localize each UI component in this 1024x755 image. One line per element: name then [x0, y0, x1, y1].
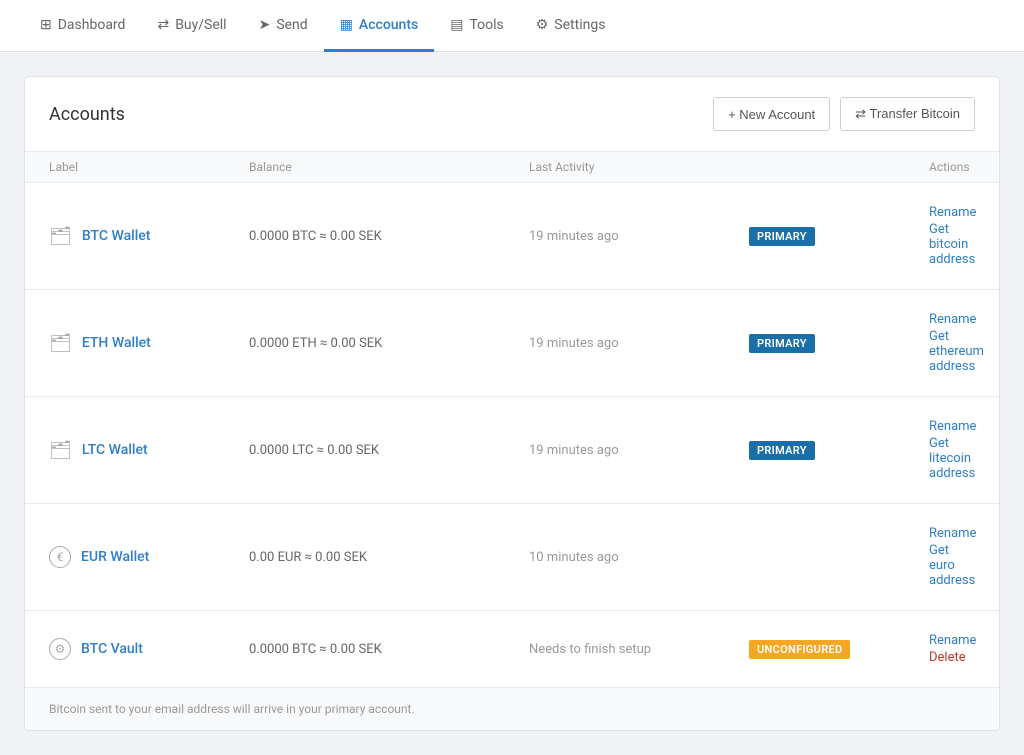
table-header: Label Balance Last Activity Actions	[25, 152, 999, 183]
balance-cell: 0.0000 ETH ≈ 0.00 SEK	[249, 336, 529, 351]
table-row: 🗂 LTC Wallet 0.0000 LTC ≈ 0.00 SEK 19 mi…	[25, 397, 999, 504]
table-row: 🗂 ETH Wallet 0.0000 ETH ≈ 0.00 SEK 19 mi…	[25, 290, 999, 397]
activity-cell: 10 minutes ago	[529, 550, 749, 565]
nav-item-send[interactable]: ➤ Send	[243, 1, 324, 52]
wallet-name[interactable]: BTC Wallet	[82, 228, 151, 244]
label-cell: ⚙ BTC Vault	[49, 638, 249, 660]
gear-icon: ⚙	[49, 638, 71, 660]
nav-label-send: Send	[276, 17, 307, 33]
dashboard-icon: ⊞	[40, 17, 52, 33]
label-cell: 🗂 LTC Wallet	[49, 440, 249, 461]
status-badge: UNCONFIGURED	[749, 640, 850, 659]
actions-cell: Rename Get bitcoin address	[929, 205, 976, 267]
balance-cell: 0.0000 BTC ≈ 0.00 SEK	[249, 229, 529, 244]
main-content: Accounts + New Account ⇄ Transfer Bitcoi…	[0, 52, 1024, 755]
nav-item-accounts[interactable]: ▦ Accounts	[324, 1, 435, 52]
wallet-name[interactable]: LTC Wallet	[82, 442, 148, 458]
table-row: € EUR Wallet 0.00 EUR ≈ 0.00 SEK 10 minu…	[25, 504, 999, 611]
col-label: Label	[49, 160, 249, 174]
card-header: Accounts + New Account ⇄ Transfer Bitcoi…	[25, 77, 999, 152]
balance-cell: 0.00 EUR ≈ 0.00 SEK	[249, 550, 529, 565]
folder-icon: 🗂	[49, 226, 72, 247]
secondary-action-link[interactable]: Get euro address	[929, 543, 976, 588]
nav-label-buysell: Buy/Sell	[175, 17, 226, 33]
rename-link[interactable]: Rename	[929, 205, 976, 220]
actions-cell: Rename Get litecoin address	[929, 419, 976, 481]
euro-icon: €	[49, 546, 71, 568]
accounts-table: 🗂 BTC Wallet 0.0000 BTC ≈ 0.00 SEK 19 mi…	[25, 183, 999, 687]
settings-icon: ⚙	[536, 17, 549, 33]
actions-cell: Rename Get ethereum address	[929, 312, 984, 374]
rename-link[interactable]: Rename	[929, 526, 976, 541]
table-row: 🗂 BTC Wallet 0.0000 BTC ≈ 0.00 SEK 19 mi…	[25, 183, 999, 290]
folder-icon: 🗂	[49, 333, 72, 354]
status-badge: PRIMARY	[749, 334, 815, 353]
label-cell: 🗂 BTC Wallet	[49, 226, 249, 247]
status-cell: PRIMARY	[749, 334, 929, 353]
nav-item-settings[interactable]: ⚙ Settings	[520, 1, 622, 52]
activity-cell: 19 minutes ago	[529, 443, 749, 458]
secondary-action-link[interactable]: Delete	[929, 650, 976, 665]
nav-label-dashboard: Dashboard	[58, 17, 126, 33]
accounts-icon: ▦	[340, 17, 353, 33]
nav-label-accounts: Accounts	[359, 17, 418, 33]
status-badge: PRIMARY	[749, 441, 815, 460]
send-icon: ➤	[259, 17, 271, 33]
balance-cell: 0.0000 BTC ≈ 0.00 SEK	[249, 642, 529, 657]
nav-item-tools[interactable]: ▤ Tools	[434, 1, 520, 52]
secondary-action-link[interactable]: Get litecoin address	[929, 436, 976, 481]
status-cell: PRIMARY	[749, 441, 929, 460]
folder-icon: 🗂	[49, 440, 72, 461]
card-footer: Bitcoin sent to your email address will …	[25, 687, 999, 730]
accounts-card: Accounts + New Account ⇄ Transfer Bitcoi…	[24, 76, 1000, 731]
buysell-icon: ⇄	[157, 17, 169, 33]
new-account-button[interactable]: + New Account	[713, 97, 830, 131]
transfer-bitcoin-button[interactable]: ⇄ Transfer Bitcoin	[840, 97, 975, 131]
rename-link[interactable]: Rename	[929, 419, 976, 434]
page-title: Accounts	[49, 104, 125, 125]
rename-link[interactable]: Rename	[929, 312, 984, 327]
status-cell: PRIMARY	[749, 227, 929, 246]
col-actions: Actions	[929, 160, 975, 174]
main-nav: ⊞ Dashboard ⇄ Buy/Sell ➤ Send ▦ Accounts…	[0, 0, 1024, 52]
balance-cell: 0.0000 LTC ≈ 0.00 SEK	[249, 443, 529, 458]
nav-item-buysell[interactable]: ⇄ Buy/Sell	[141, 1, 242, 52]
actions-cell: Rename Get euro address	[929, 526, 976, 588]
wallet-name[interactable]: EUR Wallet	[81, 549, 149, 565]
activity-cell: 19 minutes ago	[529, 336, 749, 351]
activity-cell: Needs to finish setup	[529, 642, 749, 657]
label-cell: € EUR Wallet	[49, 546, 249, 568]
label-cell: 🗂 ETH Wallet	[49, 333, 249, 354]
activity-cell: 19 minutes ago	[529, 229, 749, 244]
nav-label-tools: Tools	[469, 17, 503, 33]
status-cell: UNCONFIGURED	[749, 640, 929, 659]
table-row: ⚙ BTC Vault 0.0000 BTC ≈ 0.00 SEK Needs …	[25, 611, 999, 687]
col-actions-empty	[749, 160, 929, 174]
nav-label-settings: Settings	[554, 17, 605, 33]
secondary-action-link[interactable]: Get ethereum address	[929, 329, 984, 374]
rename-link[interactable]: Rename	[929, 633, 976, 648]
col-last-activity: Last Activity	[529, 160, 749, 174]
footer-text: Bitcoin sent to your email address will …	[49, 702, 415, 716]
header-actions: + New Account ⇄ Transfer Bitcoin	[713, 97, 975, 131]
wallet-name[interactable]: ETH Wallet	[82, 335, 151, 351]
status-badge: PRIMARY	[749, 227, 815, 246]
actions-cell: Rename Delete	[929, 633, 976, 665]
tools-icon: ▤	[450, 17, 463, 33]
secondary-action-link[interactable]: Get bitcoin address	[929, 222, 976, 267]
col-balance: Balance	[249, 160, 529, 174]
wallet-name[interactable]: BTC Vault	[81, 641, 143, 657]
nav-item-dashboard[interactable]: ⊞ Dashboard	[24, 1, 141, 52]
